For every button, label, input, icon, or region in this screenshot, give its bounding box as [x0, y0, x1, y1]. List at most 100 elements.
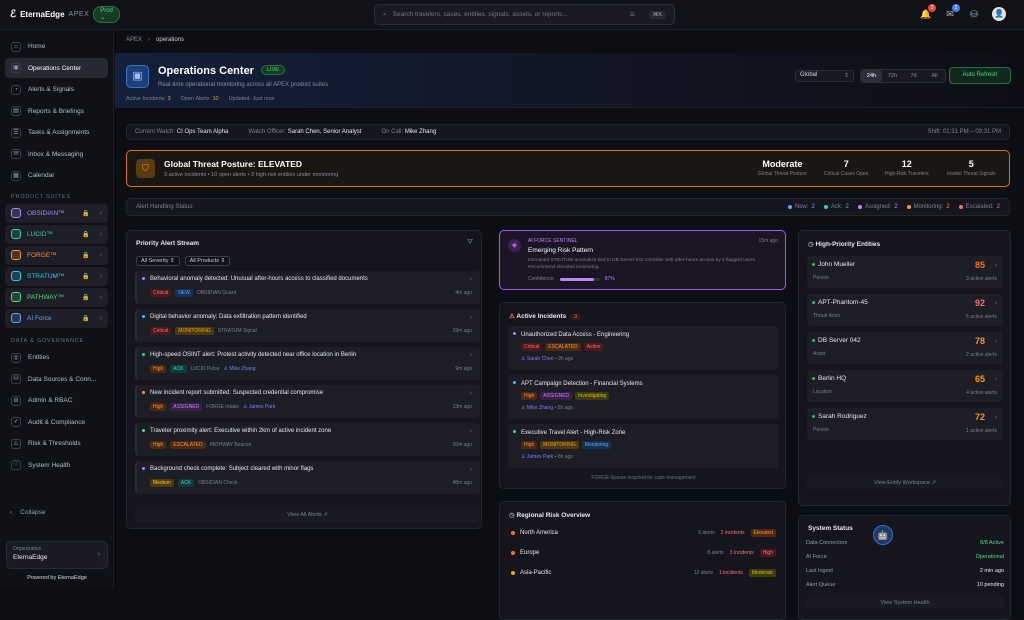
sidebar-item-label: Admin & RBAC: [28, 397, 73, 404]
region-dot: [511, 551, 515, 555]
region-row[interactable]: Europe 8 alerts 3 incidents High: [511, 549, 776, 557]
view-all-alerts-button[interactable]: View All Alerts ↗: [135, 509, 480, 522]
apps-icon[interactable]: ⛁: [968, 8, 980, 20]
incident-dot: [513, 430, 516, 433]
alert-owner: ♙ James Park: [242, 404, 276, 410]
bell-icon: ◔: [11, 84, 21, 95]
entity-risk-score: 92: [974, 298, 985, 308]
severity-filter[interactable]: All Severity ⇕: [136, 256, 180, 266]
user-avatar[interactable]: 👤: [992, 7, 1006, 21]
current-watch: Current Watch: CI Ops Team Alpha: [135, 129, 229, 135]
incident-item[interactable]: APT Campaign Detection - Financial Syste…: [508, 375, 779, 419]
alert-source: OBSIDIAN Guard: [196, 290, 237, 296]
alert-item[interactable]: Behavioral anomaly detected: Unusual aft…: [135, 271, 480, 304]
lock-icon: 🔒: [82, 315, 90, 322]
breadcrumb-root[interactable]: APEX: [126, 37, 142, 43]
incident-meta: ♙ James Park • 8h ago: [521, 454, 574, 460]
collapse-sidebar-button[interactable]: ‹ Collapse: [10, 509, 45, 516]
sidebar-item-entities[interactable]: ◎ Entities: [5, 348, 108, 368]
dg-icon: ⚠: [11, 438, 21, 449]
sidebar-item-audit-compliance[interactable]: ✓ Audit & Compliance: [5, 412, 108, 432]
legend-dot: [958, 205, 963, 209]
filter-icon[interactable]: ⛛: [467, 239, 473, 247]
incidents-count: 3: [570, 314, 582, 320]
alert-title: New incident report submitted: Suspected…: [150, 390, 324, 396]
organization-switcher[interactable]: Organization EternaEdge ›: [6, 541, 108, 569]
view-entity-workspace-button[interactable]: View Entity Workspace ↗: [807, 477, 1003, 489]
sidebar-item-tasks-assignments[interactable]: ☰ Tasks & Assignments: [5, 123, 108, 143]
suite-1[interactable]: LUCID™ 🔒 ›: [5, 224, 108, 244]
entity-item[interactable]: John Mueller Person 85 › 3 active alerts: [807, 256, 1003, 288]
sidebar-item-label: Alerts & Signals: [28, 86, 74, 93]
status-row-connectors: Data Connectors 8/8 Active: [806, 540, 1004, 546]
alert-source: PATHWAY Beacon: [209, 442, 252, 448]
lock-icon: 🔒: [82, 273, 90, 280]
threat-posture-banner[interactable]: ⛉ Global Threat Posture: ELEVATED 3 acti…: [126, 150, 1010, 187]
view-system-health-button[interactable]: View System Health: [806, 597, 1004, 609]
suite-3[interactable]: STRATUM™ 🔒 ›: [5, 266, 108, 286]
range-7d[interactable]: 7d: [903, 70, 924, 82]
status-row-alert-queue: Alert Queue 10 pending: [806, 582, 1004, 588]
file-icon: ▤: [11, 106, 21, 116]
sidebar-item-alerts-signals[interactable]: ◔ Alerts & Signals: [5, 80, 108, 100]
sidebar-item-reports-briefings[interactable]: ▤ Reports & Briefings: [5, 101, 108, 121]
products-filter[interactable]: All Products ⇕: [184, 256, 231, 266]
alert-item[interactable]: Traveler proximity alert: Executive with…: [135, 423, 480, 456]
global-search[interactable]: ⌕ Search travelers, cases, entities, sig…: [374, 4, 675, 25]
lock-icon: 🔒: [82, 231, 90, 238]
suite-5[interactable]: AI Force 🔒 ›: [5, 308, 108, 328]
sentinel-description: Increased STRATUM anomalies tied to DB S…: [528, 258, 757, 270]
entity-status-dot: [812, 415, 815, 418]
entity-item[interactable]: APT-Phantom-45 Threat Actor 92 › 5 active al…: [807, 294, 1003, 326]
alert-item[interactable]: New incident report submitted: Suspected…: [135, 385, 480, 418]
alert-item[interactable]: Background check complete: Subject clear…: [135, 461, 480, 494]
notifications-count: 3: [928, 4, 936, 12]
sidebar-item-data-sources-conn-[interactable]: ⛁ Data Sources & Conn...: [5, 369, 108, 389]
legend-dot: [906, 205, 911, 209]
chevron-left-icon: ‹: [10, 509, 13, 516]
sidebar-item-inbox-messaging[interactable]: ✉ Inbox & Messaging: [5, 144, 108, 164]
sidebar-item-system-health[interactable]: ♡ System Health: [5, 455, 108, 475]
ai-assistant-button[interactable]: 🤖: [873, 525, 893, 545]
threat-title: Global Threat Posture: ELEVATED: [164, 159, 303, 169]
monitor-icon: ▣: [11, 63, 21, 73]
entity-item[interactable]: Berlin HQ Location 65 › 4 active alerts: [807, 370, 1003, 402]
suite-2[interactable]: FORGE™ 🔒 ›: [5, 245, 108, 265]
range-24h[interactable]: 24h: [861, 70, 882, 82]
sidebar-item-risk-thresholds[interactable]: ⚠ Risk & Thresholds: [5, 434, 108, 454]
sidebar-item-home[interactable]: ⌂ Home: [5, 37, 108, 57]
messages-icon[interactable]: ✉ 2: [944, 4, 960, 20]
watch-officer: Watch Officer: Sarah Chen, Senior Analys…: [248, 129, 362, 135]
app-logo[interactable]: ℰ EternaEdge APEX Prod ⌄: [10, 6, 120, 23]
entity-item[interactable]: DB Server 042 Asset 78 › 2 active alerts: [807, 332, 1003, 364]
environment-selector[interactable]: Prod ⌄: [93, 6, 120, 23]
confidence-bar: [559, 277, 600, 281]
alert-item[interactable]: Digital behavior anomaly: Data exfiltrat…: [135, 309, 480, 342]
alert-source: FORGE Intake: [206, 404, 239, 410]
region-row[interactable]: North America 5 alerts 2 incidents Elevated: [511, 529, 776, 537]
suite-0[interactable]: OBSIDIAN™ 🔒 ›: [5, 203, 108, 223]
filter-icon[interactable]: ☰: [626, 11, 639, 19]
sidebar-item-operations-center[interactable]: ▣ Operations Center: [5, 58, 108, 78]
entity-item[interactable]: Sarah Rodriguez Person 72 › 1 active alerts: [807, 408, 1003, 440]
sentinel-title: Emerging Risk Pattern: [528, 247, 594, 254]
entity-alerts: 5 active alerts: [966, 314, 997, 320]
notifications-bell-icon[interactable]: 🔔 3: [920, 4, 936, 20]
incident-meta: ♙ Sarah Chen • 2h ago: [521, 356, 574, 362]
range-all[interactable]: All: [924, 70, 945, 82]
suite-4[interactable]: PATHWAY™ 🔒 ›: [5, 287, 108, 307]
ai-sentinel-card[interactable]: ◈ AI FORCE SENTINEL 15m ago Emerging Ris…: [499, 230, 786, 290]
region-row[interactable]: Asia-Pacific 12 alerts 1 incidents Moderate: [511, 569, 776, 577]
sidebar-item-admin-rbac[interactable]: ⚙ Admin & RBAC: [5, 391, 108, 411]
auto-refresh-button[interactable]: Auto Refresh: [949, 67, 1011, 84]
range-72h[interactable]: 72h: [882, 70, 903, 82]
region-select[interactable]: Global ⇕: [795, 70, 854, 82]
incident-item[interactable]: Unauthorized Data Access - Engineering Cr…: [508, 326, 779, 370]
sidebar-item-calendar[interactable]: ▦ Calendar: [5, 166, 108, 186]
sidebar-item-label: Operations Center: [28, 64, 82, 72]
alert-item[interactable]: High-speed OSINT alert: Protest activity…: [135, 347, 480, 380]
sentinel-icon: ◈: [508, 239, 521, 252]
entity-risk-score: 72: [974, 412, 985, 422]
incident-item[interactable]: Executive Travel Alert - High-Risk Zone H…: [508, 424, 779, 468]
globe-icon: ◷: [509, 512, 515, 519]
